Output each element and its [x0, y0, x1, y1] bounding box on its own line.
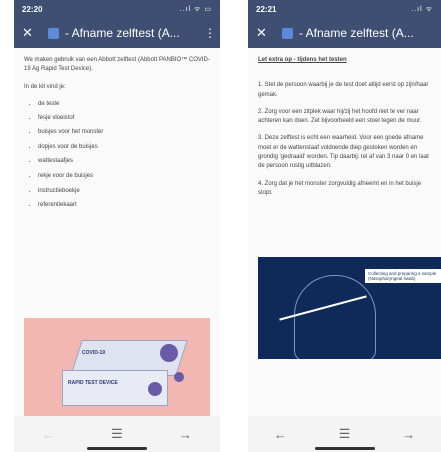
section-heading: Let extra op - tijdens het testen — [258, 57, 347, 63]
kit-list-2: rekje voor de buisjes instructieboekje r… — [24, 172, 210, 210]
list-item: rekje voor de buisjes — [38, 172, 210, 181]
virus-icon — [148, 382, 162, 396]
kit-list: de teste fesje vloeistof buisjes voor he… — [24, 100, 210, 166]
virus-icon — [160, 344, 178, 362]
list-item: de teste — [38, 100, 210, 109]
status-bar: 22:20 ..ıl ᯤ ▭ — [14, 0, 220, 18]
overflow-menu-icon[interactable]: ⋮ — [204, 26, 216, 40]
step-text: 4. Zorg dat je het monster zorgvuldig af… — [258, 180, 422, 196]
status-icons: ..ıl ᯤ — [411, 5, 433, 13]
head-outline — [294, 275, 376, 359]
status-time: 22:20 — [22, 4, 43, 14]
status-bar: 22:21 ..ıl ᯤ — [248, 0, 441, 18]
page-content: We maken gebruik van een Abbott zelftest… — [14, 48, 220, 224]
menu-icon[interactable]: ☰ — [111, 426, 123, 442]
product-image: COVID-19 RAPID TEST DEVICE — [24, 318, 210, 426]
intro-text: We maken gebruik van een Abbott zelftest… — [24, 57, 210, 73]
app-bar: ✕ - Afname zelftest (A... — [248, 18, 441, 48]
list-item: buisjes voor het monster — [38, 128, 210, 137]
bottom-nav: ← ☰ → — [14, 416, 220, 452]
step-text: 1. Stel de persoon waarbij je de test do… — [258, 82, 429, 98]
swab-illustration: Collecting and preparing a sample (Nasop… — [258, 257, 441, 359]
status-time: 22:21 — [256, 4, 277, 14]
box-label-2: RAPID TEST DEVICE — [68, 380, 118, 386]
close-icon[interactable]: ✕ — [22, 25, 40, 41]
virus-icon — [174, 372, 184, 382]
box-label: COVID-19 — [82, 350, 106, 356]
back-arrow-icon[interactable]: ← — [274, 427, 287, 442]
list-item: referentiekaart — [38, 201, 210, 210]
home-indicator — [87, 447, 147, 450]
forward-arrow-icon[interactable]: → — [179, 427, 192, 442]
menu-icon[interactable]: ☰ — [339, 426, 351, 442]
page-content: Let extra op - tijdens het testen 1. Ste… — [248, 48, 441, 214]
bottom-nav: ← ☰ → — [248, 416, 441, 452]
phone-screen-left: 22:20 ..ıl ᯤ ▭ ✕ - Afname zelftest (A...… — [14, 0, 220, 452]
app-logo-icon — [282, 27, 293, 39]
list-item: wattestaafjes — [38, 157, 210, 166]
status-icons: ..ıl ᯤ ▭ — [179, 5, 212, 13]
list-item: fesje vloeistof — [38, 114, 210, 123]
close-icon[interactable]: ✕ — [256, 25, 274, 41]
app-logo-icon — [48, 27, 59, 39]
forward-arrow-icon[interactable]: → — [402, 427, 415, 442]
kit-heading: In de kit vind je: — [24, 83, 66, 90]
page-title: - Afname zelftest (A... — [65, 26, 180, 40]
home-indicator — [314, 447, 375, 450]
page-title: - Afname zelftest (A... — [299, 26, 414, 40]
back-arrow-icon[interactable]: ← — [42, 427, 55, 442]
list-item: instructieboekje — [38, 187, 210, 196]
illustration-label: Collecting and preparing a sample (Nasop… — [365, 269, 441, 283]
phone-screen-right: 22:21 ..ıl ᯤ ✕ - Afname zelftest (A... L… — [248, 0, 441, 452]
step-text: 2. Zorg voor een zitplek waar hij/zij he… — [258, 108, 422, 125]
step-text: 3. Deze zelftest is echt een waarheid. V… — [258, 135, 429, 170]
app-bar: ✕ - Afname zelftest (A... ⋮ — [14, 18, 220, 48]
test-kit-box: COVID-19 RAPID TEST DEVICE — [62, 340, 188, 408]
list-item: dopjes voor de buisjes — [38, 143, 210, 152]
